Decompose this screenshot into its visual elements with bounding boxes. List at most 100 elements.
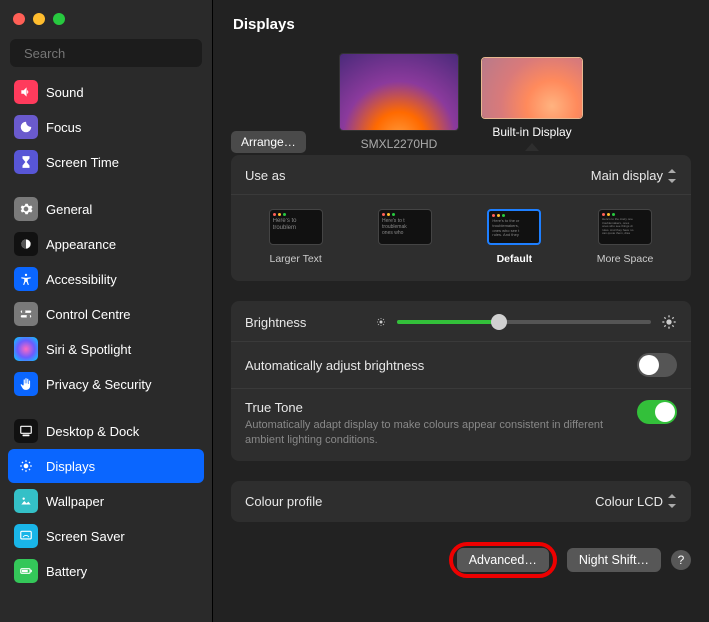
colour-profile-panel: Colour profile Colour LCD — [231, 481, 691, 522]
arrange-button[interactable]: Arrange… — [231, 131, 306, 153]
scale-thumb: Here's to the crazy onetroublemakers, on… — [598, 209, 652, 245]
sidebar-list: Sound Focus Screen Time General Appearan… — [0, 75, 212, 622]
resolution-options: Here's totroublem Larger Text Here's to … — [231, 195, 691, 279]
appearance-icon — [14, 232, 38, 256]
sidebar-item-privacy[interactable]: Privacy & Security — [8, 367, 204, 401]
moon-icon — [14, 115, 38, 139]
window-controls — [0, 0, 212, 35]
sidebar-item-battery[interactable]: Battery — [8, 554, 204, 588]
selected-indicator — [525, 143, 539, 151]
switches-icon — [14, 302, 38, 326]
hand-icon — [14, 372, 38, 396]
display-builtin[interactable]: Built-in Display — [481, 57, 583, 151]
sidebar-item-label: Screen Saver — [46, 529, 125, 544]
zoom-window[interactable] — [53, 13, 65, 25]
night-shift-button[interactable]: Night Shift… — [567, 548, 661, 572]
gear-icon — [14, 197, 38, 221]
auto-brightness-toggle[interactable] — [637, 353, 677, 377]
sidebar-item-label: Focus — [46, 120, 81, 135]
true-tone-row: True Tone Automatically adapt display to… — [231, 389, 691, 459]
brightness-label: Brightness — [245, 315, 365, 330]
scale-thumb: Here's to the crtroublemakers,ones who s… — [487, 209, 541, 245]
help-button[interactable]: ? — [671, 550, 691, 570]
display-name: SMXL2270HD — [361, 137, 438, 151]
siri-icon — [14, 337, 38, 361]
sidebar-item-desktop-dock[interactable]: Desktop & Dock — [8, 414, 204, 448]
sidebar-item-label: Control Centre — [46, 307, 131, 322]
laptop-icon — [481, 57, 583, 119]
scale-thumb: Here's totroublem — [269, 209, 323, 245]
display-name: Built-in Display — [492, 125, 571, 139]
scale-option-default[interactable]: Here's to the crtroublemakers,ones who s… — [487, 209, 541, 265]
auto-brightness-label: Automatically adjust brightness — [245, 358, 637, 373]
wallpaper-icon — [14, 489, 38, 513]
screensaver-icon — [14, 524, 38, 548]
scale-label: Larger Text — [270, 253, 322, 265]
sidebar-item-general[interactable]: General — [8, 192, 204, 226]
sun-large-icon — [661, 314, 677, 330]
brightness-slider[interactable] — [397, 320, 651, 324]
minimize-window[interactable] — [33, 13, 45, 25]
scale-thumb: Here's to ttroublemakones who — [378, 209, 432, 245]
sidebar-item-label: Displays — [46, 459, 95, 474]
chevron-updown-icon — [667, 494, 677, 508]
sidebar-item-label: Accessibility — [46, 272, 117, 287]
sidebar-item-label: Desktop & Dock — [46, 424, 139, 439]
sidebar-item-label: Battery — [46, 564, 87, 579]
sidebar-item-accessibility[interactable]: Accessibility — [8, 262, 204, 296]
sidebar: Sound Focus Screen Time General Appearan… — [0, 0, 213, 622]
brightness-panel: Brightness Automatically adjust brightne… — [231, 301, 691, 461]
colour-profile-dropdown[interactable]: Colour LCD — [595, 494, 677, 509]
colour-profile-value: Colour LCD — [595, 494, 663, 509]
brightness-row: Brightness — [231, 303, 691, 342]
sidebar-item-label: Wallpaper — [46, 494, 104, 509]
callout-highlight: Advanced… — [449, 542, 557, 578]
sidebar-item-label: Privacy & Security — [46, 377, 151, 392]
sidebar-item-siri[interactable]: Siri & Spotlight — [8, 332, 204, 366]
scale-option-larger[interactable]: Here's totroublem Larger Text — [269, 209, 323, 265]
use-as-label: Use as — [245, 168, 591, 183]
scale-label: Default — [497, 253, 533, 265]
battery-icon — [14, 559, 38, 583]
colour-profile-label: Colour profile — [245, 494, 595, 509]
sidebar-item-screen-saver[interactable]: Screen Saver — [8, 519, 204, 553]
use-as-value: Main display — [591, 168, 663, 183]
display-arrangement: Arrange… SMXL2270HD Built-in Display — [213, 45, 709, 157]
search-field[interactable] — [10, 39, 202, 67]
sun-small-icon — [375, 316, 387, 328]
slider-thumb[interactable] — [491, 314, 507, 330]
hourglass-icon — [14, 150, 38, 174]
advanced-button[interactable]: Advanced… — [457, 548, 549, 572]
sidebar-item-displays[interactable]: Displays — [8, 449, 204, 483]
footer: Advanced… Night Shift… ? — [213, 532, 709, 592]
speaker-icon — [14, 80, 38, 104]
true-tone-toggle[interactable] — [637, 400, 677, 424]
scale-option-more-space[interactable]: Here's to the crazy onetroublemakers, on… — [597, 209, 654, 265]
auto-brightness-row: Automatically adjust brightness — [231, 342, 691, 389]
use-as-dropdown[interactable]: Main display — [591, 168, 677, 183]
scale-label: More Space — [597, 253, 654, 265]
sidebar-item-focus[interactable]: Focus — [8, 110, 204, 144]
sidebar-item-label: Sound — [46, 85, 84, 100]
accessibility-icon — [14, 267, 38, 291]
true-tone-desc: Automatically adapt display to make colo… — [245, 418, 637, 448]
sidebar-item-label: Siri & Spotlight — [46, 342, 131, 357]
sidebar-item-screen-time[interactable]: Screen Time — [8, 145, 204, 179]
sun-icon — [14, 454, 38, 478]
sidebar-item-sound[interactable]: Sound — [8, 75, 204, 109]
sidebar-item-appearance[interactable]: Appearance — [8, 227, 204, 261]
dock-icon — [14, 419, 38, 443]
display-settings-panel: Use as Main display Here's totroublem La… — [231, 155, 691, 281]
sidebar-item-wallpaper[interactable]: Wallpaper — [8, 484, 204, 518]
page-title: Displays — [233, 16, 689, 33]
sidebar-item-control-centre[interactable]: Control Centre — [8, 297, 204, 331]
search-input[interactable] — [24, 46, 200, 61]
colour-profile-row: Colour profile Colour LCD — [231, 483, 691, 520]
use-as-row: Use as Main display — [231, 157, 691, 195]
display-external[interactable]: SMXL2270HD — [339, 53, 459, 151]
main-content: Displays Arrange… SMXL2270HD Built-in Di… — [213, 0, 709, 622]
chevron-updown-icon — [667, 169, 677, 183]
external-monitor-icon — [339, 53, 459, 131]
close-window[interactable] — [13, 13, 25, 25]
scale-option-2[interactable]: Here's to ttroublemakones who — [378, 209, 432, 265]
